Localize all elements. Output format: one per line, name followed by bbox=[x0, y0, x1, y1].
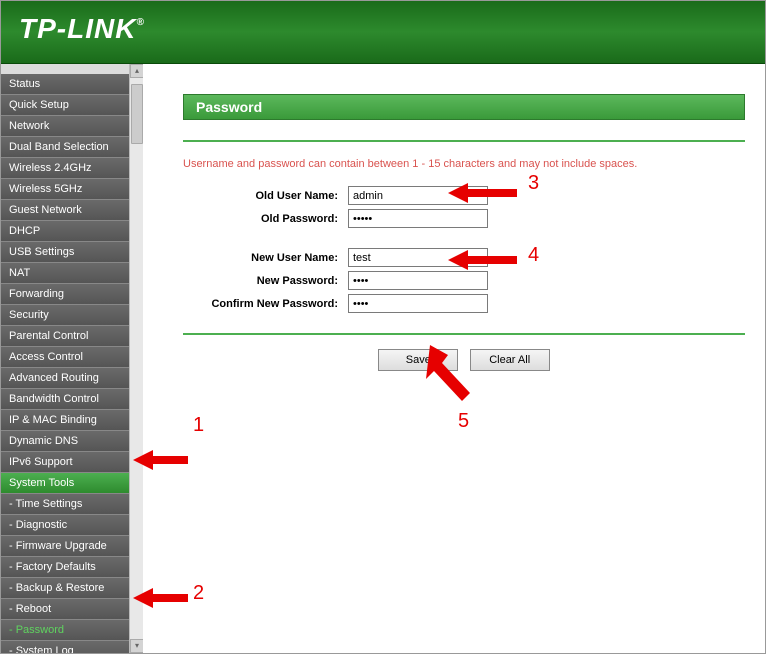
sidebar: StatusQuick SetupNetworkDual Band Select… bbox=[1, 64, 143, 653]
sidebar-item[interactable]: System Tools bbox=[1, 473, 129, 494]
sidebar-item[interactable]: NAT bbox=[1, 263, 129, 284]
sidebar-item[interactable]: Access Control bbox=[1, 347, 129, 368]
content: Password Username and password can conta… bbox=[143, 64, 765, 653]
divider bbox=[183, 140, 745, 142]
brand-logo: TP-LINK® bbox=[19, 13, 747, 45]
sidebar-item[interactable]: DHCP bbox=[1, 221, 129, 242]
sidebar-subitem[interactable]: - Time Settings bbox=[1, 494, 129, 515]
new-password-label: New Password: bbox=[183, 275, 348, 287]
scroll-down-icon[interactable]: ▾ bbox=[130, 639, 143, 653]
sidebar-item[interactable]: USB Settings bbox=[1, 242, 129, 263]
sidebar-item[interactable]: Status bbox=[1, 74, 129, 95]
scroll-thumb[interactable] bbox=[131, 84, 143, 144]
sidebar-item[interactable]: Quick Setup bbox=[1, 95, 129, 116]
header: TP-LINK® bbox=[1, 1, 765, 64]
sidebar-item[interactable]: Dual Band Selection bbox=[1, 137, 129, 158]
sidebar-item[interactable]: IP & MAC Binding bbox=[1, 410, 129, 431]
confirm-password-label: Confirm New Password: bbox=[183, 298, 348, 310]
sidebar-subitem[interactable]: - Backup & Restore bbox=[1, 578, 129, 599]
old-username-input[interactable] bbox=[348, 186, 488, 205]
confirm-password-input[interactable] bbox=[348, 294, 488, 313]
sidebar-item[interactable]: Network bbox=[1, 116, 129, 137]
sidebar-subitem[interactable]: - Factory Defaults bbox=[1, 557, 129, 578]
sidebar-subitem[interactable]: - Reboot bbox=[1, 599, 129, 620]
sidebar-item[interactable]: IPv6 Support bbox=[1, 452, 129, 473]
sidebar-item[interactable]: Parental Control bbox=[1, 326, 129, 347]
sidebar-item[interactable]: Dynamic DNS bbox=[1, 431, 129, 452]
new-username-label: New User Name: bbox=[183, 252, 348, 264]
old-password-input[interactable] bbox=[348, 209, 488, 228]
new-password-input[interactable] bbox=[348, 271, 488, 290]
page-title: Password bbox=[183, 94, 745, 120]
sidebar-item[interactable]: Guest Network bbox=[1, 200, 129, 221]
sidebar-item[interactable]: Wireless 2.4GHz bbox=[1, 158, 129, 179]
warning-text: Username and password can contain betwee… bbox=[183, 158, 745, 170]
sidebar-subitem[interactable]: - Password bbox=[1, 620, 129, 641]
clear-all-button[interactable]: Clear All bbox=[470, 349, 550, 371]
sidebar-item[interactable]: Wireless 5GHz bbox=[1, 179, 129, 200]
sidebar-subitem[interactable]: - System Log bbox=[1, 641, 129, 653]
sidebar-item[interactable]: Security bbox=[1, 305, 129, 326]
old-username-label: Old User Name: bbox=[183, 190, 348, 202]
new-username-input[interactable] bbox=[348, 248, 488, 267]
sidebar-item[interactable]: Advanced Routing bbox=[1, 368, 129, 389]
sidebar-subitem[interactable]: - Firmware Upgrade bbox=[1, 536, 129, 557]
sidebar-subitem[interactable]: - Diagnostic bbox=[1, 515, 129, 536]
save-button[interactable]: Save bbox=[378, 349, 458, 371]
sidebar-item[interactable]: Forwarding bbox=[1, 284, 129, 305]
old-password-label: Old Password: bbox=[183, 213, 348, 225]
scroll-up-icon[interactable]: ▴ bbox=[130, 64, 143, 78]
divider bbox=[183, 333, 745, 335]
sidebar-item[interactable]: Bandwidth Control bbox=[1, 389, 129, 410]
sidebar-scrollbar[interactable]: ▴ ▾ bbox=[129, 64, 143, 653]
